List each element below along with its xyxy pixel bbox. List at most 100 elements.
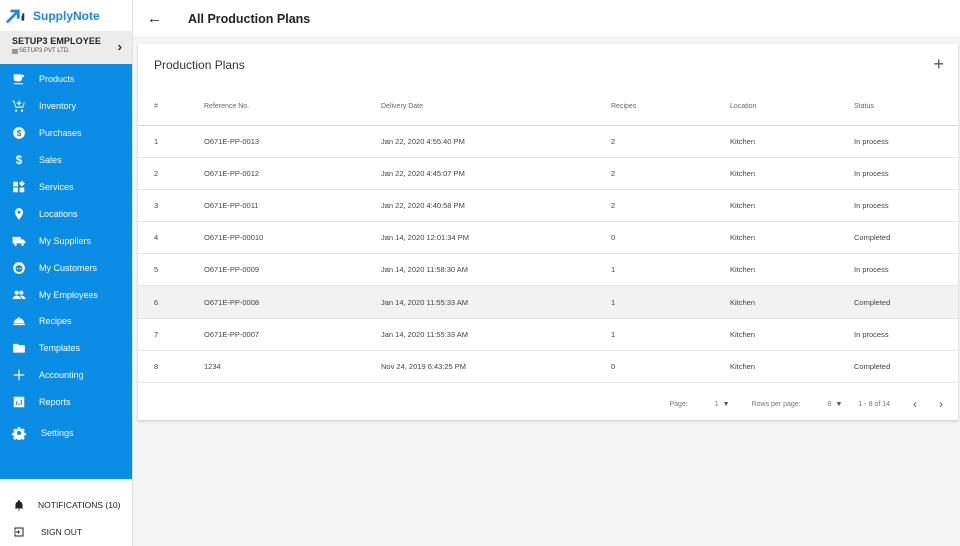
table-header-row: # Reference No. Delivery Date Recipes Lo… xyxy=(138,88,958,126)
column-header-status[interactable]: Status xyxy=(854,88,958,126)
cell-location: Kitchen xyxy=(730,157,854,190)
map-pin-icon xyxy=(11,206,27,222)
sidebar-item-my-suppliers[interactable]: My Suppliers xyxy=(0,227,132,254)
bell-icon xyxy=(12,498,26,512)
cell-status: In process xyxy=(854,253,958,287)
sidebar: SupplyNote SETUP3 EMPLOYEE SETUP3 PVT LT… xyxy=(0,0,133,546)
cell-location: Kitchen xyxy=(730,253,854,287)
sidebar-item-sales[interactable]: $ Sales xyxy=(0,147,132,174)
dollar-icon: $ xyxy=(11,152,27,168)
prev-page-button[interactable]: ‹ xyxy=(908,397,922,411)
page-label: Page: xyxy=(669,400,688,408)
cell-reference-no: 1234 xyxy=(204,350,381,384)
chevron-right-icon: › xyxy=(939,397,943,411)
table-row[interactable]: 6 O671E-PP-0008 Jan 14, 2020 11:55:33 AM 1 K… xyxy=(138,285,958,319)
table-row[interactable]: 4 O671E-PP-00010 Jan 14, 2020 12:01:34 PM 0… xyxy=(138,221,958,255)
table-row[interactable]: 8 1234 Nov 24, 2019 6:43:25 PM 0 Kitchen Comp… xyxy=(138,350,958,384)
cell-row-number: 8 xyxy=(138,350,204,384)
cell-reference-no: O671E-PP-0011 xyxy=(204,189,381,223)
sidebar-item-label: Sales xyxy=(39,155,62,166)
column-header-number[interactable]: # xyxy=(138,88,204,126)
cell-row-number: 5 xyxy=(138,253,204,287)
svg-text:$: $ xyxy=(16,154,23,167)
sidebar-item-products[interactable]: Products xyxy=(0,66,132,93)
chevron-left-icon: ‹ xyxy=(913,397,917,411)
cell-delivery-date: Jan 14, 2020 11:55:33 AM xyxy=(381,318,611,351)
brand-name: SupplyNote xyxy=(33,8,100,23)
table-row[interactable]: 2 O671E-PP-0012 Jan 22, 2020 4:45:07 PM 2 Ki… xyxy=(138,157,958,190)
cell-delivery-date: Jan 22, 2020 4:40:58 PM xyxy=(381,189,611,223)
building-icon xyxy=(12,48,18,54)
cell-row-number: 6 xyxy=(138,285,204,319)
cell-location: Kitchen xyxy=(730,285,854,319)
svg-text:$: $ xyxy=(17,129,22,138)
people-icon xyxy=(11,287,27,303)
cell-recipes-count: 2 xyxy=(611,125,730,158)
cell-status: Completed xyxy=(854,285,958,319)
next-page-button[interactable]: › xyxy=(934,397,948,411)
cell-location: Kitchen xyxy=(730,125,854,158)
sidebar-item-label: Purchases xyxy=(39,128,82,139)
sidebar-item-label: Products xyxy=(39,74,75,85)
cell-delivery-date: Jan 22, 2020 4:55:40 PM xyxy=(381,125,611,158)
sidebar-item-reports[interactable]: Reports xyxy=(0,389,132,416)
sidebar-item-services[interactable]: Services xyxy=(0,174,132,201)
page-select[interactable]: 1 ▼ xyxy=(715,401,730,408)
cell-location: Kitchen xyxy=(730,350,854,384)
column-header-location[interactable]: Location xyxy=(730,88,854,126)
cell-recipes-count: 0 xyxy=(611,350,730,384)
cell-status: Completed xyxy=(854,350,958,384)
table-body: 1 O671E-PP-0013 Jan 22, 2020 4:55:40 PM 2 Ki… xyxy=(138,125,958,384)
sign-out-label: SIGN OUT xyxy=(41,527,83,538)
table-row[interactable]: 1 O671E-PP-0013 Jan 22, 2020 4:55:40 PM 2 Ki… xyxy=(138,125,958,158)
sidebar-item-locations[interactable]: Locations xyxy=(0,200,132,227)
plus-icon xyxy=(11,367,27,383)
account-switcher[interactable]: SETUP3 EMPLOYEE SETUP3 PVT LTD. › xyxy=(0,31,132,64)
sidebar-bottom: NOTIFICATIONS (10) SIGN OUT xyxy=(0,491,132,546)
add-plan-button[interactable]: + xyxy=(933,54,944,75)
sidebar-item-label: Locations xyxy=(39,208,78,219)
sidebar-item-settings[interactable]: Settings xyxy=(0,416,132,450)
sidebar-item-label: Templates xyxy=(39,343,81,354)
sidebar-item-templates[interactable]: Templates xyxy=(0,335,132,362)
sidebar-item-my-customers[interactable]: My Customers xyxy=(0,254,132,281)
cell-row-number: 1 xyxy=(138,125,204,158)
cell-row-number: 7 xyxy=(138,318,204,351)
sidebar-item-label: Recipes xyxy=(39,316,72,327)
sidebar-item-label: Settings xyxy=(41,427,74,438)
cell-status: In process xyxy=(854,318,958,351)
column-header-reference[interactable]: Reference No. xyxy=(204,88,381,126)
top-bar: ← All Production Plans xyxy=(133,0,960,38)
notifications-button[interactable]: NOTIFICATIONS (10) xyxy=(0,491,132,519)
column-header-delivery-date[interactable]: Delivery Date xyxy=(381,88,611,126)
sidebar-item-inventory[interactable]: Inventory xyxy=(0,93,132,120)
cell-recipes-count: 1 xyxy=(611,285,730,319)
table-row[interactable]: 3 O671E-PP-0011 Jan 22, 2020 4:40:58 PM 2 Ki… xyxy=(138,189,958,223)
sidebar-item-my-employees[interactable]: My Employees xyxy=(0,281,132,308)
cell-recipes-count: 0 xyxy=(611,221,730,255)
cell-location: Kitchen xyxy=(730,221,854,255)
cart-plus-icon xyxy=(11,98,27,114)
sidebar-item-recipes[interactable]: Recipes xyxy=(0,308,132,335)
brand[interactable]: SupplyNote xyxy=(0,0,132,31)
sidebar-item-accounting[interactable]: Accounting xyxy=(0,362,132,389)
rows-per-page-label: Rows per page: xyxy=(751,400,801,408)
face-icon xyxy=(11,260,27,276)
cell-status: In process xyxy=(854,157,958,190)
column-header-recipes[interactable]: Recipes xyxy=(611,88,730,126)
sidebar-item-purchases[interactable]: $ Purchases xyxy=(0,120,132,147)
dollar-circle-icon: $ xyxy=(11,125,27,141)
arrow-left-icon[interactable]: ← xyxy=(147,10,163,27)
cell-reference-no: O671E-PP-00010 xyxy=(204,221,381,255)
sign-out-button[interactable]: SIGN OUT xyxy=(0,519,132,546)
account-name: SETUP3 EMPLOYEE xyxy=(12,36,102,46)
folder-icon xyxy=(11,340,27,356)
rows-per-page-select[interactable]: 8 ▼ xyxy=(828,401,843,408)
cloche-icon xyxy=(11,313,27,329)
cell-recipes-count: 1 xyxy=(611,253,730,287)
cell-status: In process xyxy=(854,125,958,158)
logo-icon xyxy=(5,9,25,25)
table-row[interactable]: 7 O671E-PP-0007 Jan 14, 2020 11:55:33 AM 1 K… xyxy=(138,318,958,351)
table-row[interactable]: 5 O671E-PP-0009 Jan 14, 2020 11:58:30 AM 1 K… xyxy=(138,253,958,287)
sidebar-item-label: Reports xyxy=(39,397,71,408)
